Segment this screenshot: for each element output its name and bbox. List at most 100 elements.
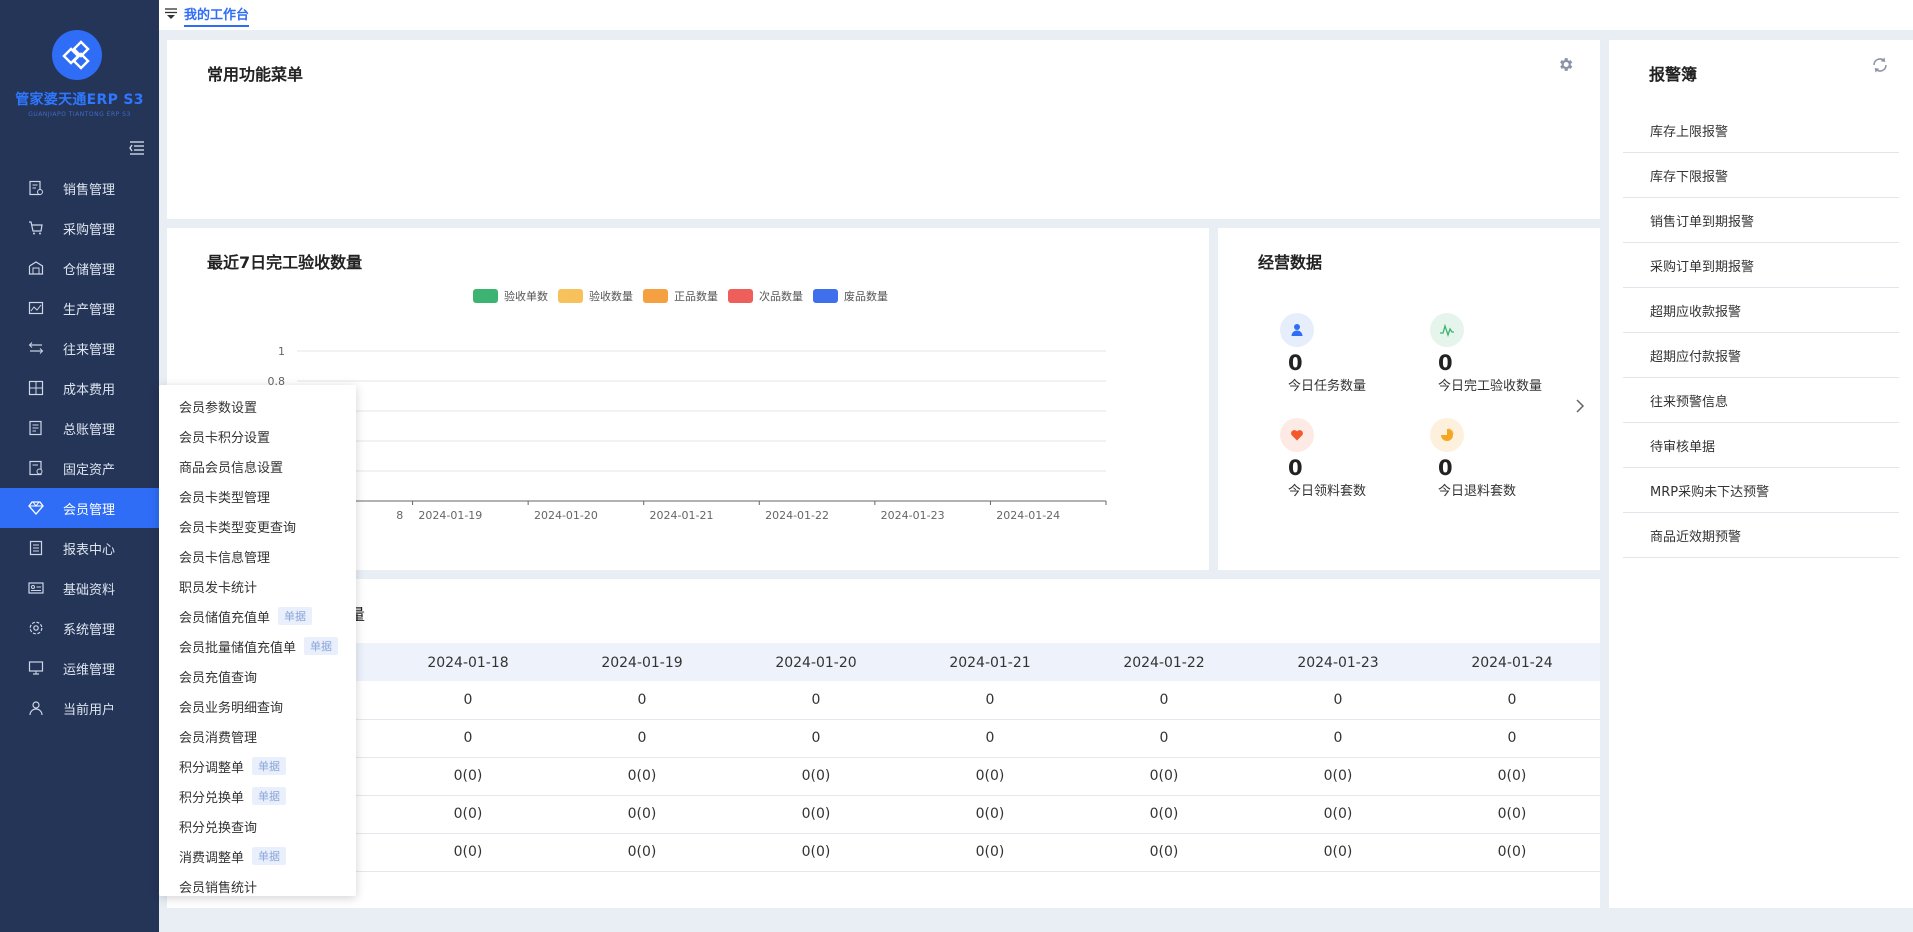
- sidebar-item-6[interactable]: 总账管理: [0, 408, 159, 448]
- member-menu-item[interactable]: 会员充值查询: [159, 661, 356, 691]
- member-menu-item[interactable]: 会员卡类型变更查询: [159, 511, 356, 541]
- member-menu-item[interactable]: 会员业务明细查询: [159, 691, 356, 721]
- member-menu-item[interactable]: 会员消费管理: [159, 721, 356, 751]
- table-cell: 0(0): [1149, 806, 1179, 822]
- member-menu-item[interactable]: 积分兑换单 单据: [159, 781, 356, 811]
- member-submenu: 会员参数设置 会员卡积分设置 商品会员信息设置 会员卡类型管理会员卡类型变更查询会员卡…: [159, 385, 356, 896]
- alert-item[interactable]: 往来预警信息: [1623, 378, 1899, 423]
- alert-item[interactable]: 待审核单据: [1623, 423, 1899, 468]
- table-cell: 0(0): [1323, 768, 1353, 784]
- chart-legend: 验收单数 验收数量 正品数量 次品数量 废品数量: [473, 288, 888, 304]
- table-cell: 0: [1333, 692, 1343, 708]
- sidebar-item-7[interactable]: 固定资产: [0, 448, 159, 488]
- member-menu-item[interactable]: 会员储值充值单 单据: [159, 601, 356, 631]
- alert-item[interactable]: 商品近效期预警: [1623, 513, 1899, 558]
- sidebar-item-label: 生产管理: [63, 302, 116, 318]
- x-tick-label: 8: [396, 509, 403, 522]
- member-menu-label: 积分兑换单: [179, 790, 245, 806]
- member-menu-item[interactable]: 会员卡积分设置: [159, 421, 356, 451]
- chevron-right-icon[interactable]: [1574, 398, 1586, 418]
- sidebar-item-label: 当前用户: [63, 702, 116, 718]
- sidebar-item-9[interactable]: 报表中心: [0, 528, 159, 568]
- doc-badge: 单据: [304, 637, 339, 655]
- legend-item[interactable]: 验收单数: [473, 288, 548, 304]
- legend-item[interactable]: 正品数量: [643, 288, 718, 304]
- sidebar-item-11[interactable]: 系统管理: [0, 608, 159, 648]
- table-column-header: 2024-01-22: [1123, 655, 1205, 671]
- member-menu-label: 职员发卡统计: [179, 580, 258, 596]
- member-menu-item[interactable]: 职员发卡统计: [159, 571, 356, 601]
- sidebar-item-label: 会员管理: [63, 502, 116, 518]
- table-cell: 0: [1159, 692, 1169, 708]
- exchange-icon: [27, 339, 45, 357]
- stat-card: 0 今日完工验收数量: [1430, 313, 1580, 394]
- member-menu-item[interactable]: 消费调整单 单据: [159, 841, 356, 871]
- alert-item[interactable]: 库存下限报警: [1623, 153, 1899, 198]
- member-menu-item[interactable]: 会员卡类型管理: [159, 481, 356, 511]
- sidebar-item-10[interactable]: 基础资料: [0, 568, 159, 608]
- table-column-header: 2024-01-19: [601, 655, 683, 671]
- alert-item[interactable]: 超期应收款报警: [1623, 288, 1899, 333]
- sidebar-item-8[interactable]: 会员管理: [0, 488, 159, 528]
- filter-icon[interactable]: [164, 6, 178, 24]
- alert-item[interactable]: 库存上限报警: [1623, 108, 1899, 153]
- stat-card: 0 今日退料套数: [1430, 418, 1580, 499]
- stat-value: 0: [1288, 456, 1303, 480]
- legend-item[interactable]: 废品数量: [813, 288, 888, 304]
- table-cell: 0(0): [1497, 768, 1527, 784]
- legend-swatch: [473, 289, 498, 303]
- alert-title: 报警簿: [1649, 65, 1698, 84]
- x-tick-label: 2024-01-24: [996, 509, 1060, 522]
- calculator-icon: [27, 379, 45, 397]
- sidebar-item-3[interactable]: 生产管理: [0, 288, 159, 328]
- legend-swatch: [813, 289, 838, 303]
- legend-swatch: [558, 289, 583, 303]
- sidebar-item-12[interactable]: 运维管理: [0, 648, 159, 688]
- legend-item[interactable]: 次品数量: [728, 288, 803, 304]
- row-divider: [167, 757, 1600, 758]
- member-menu-item[interactable]: 会员批量储值充值单 单据: [159, 631, 356, 661]
- table-cell: 0(0): [801, 844, 831, 860]
- table-cell: 0(0): [1323, 844, 1353, 860]
- member-menu-item[interactable]: 会员销售统计: [159, 871, 356, 901]
- table-cell: 0(0): [801, 768, 831, 784]
- alert-item[interactable]: MRP采购未下达预警: [1623, 468, 1899, 513]
- legend-item[interactable]: 验收数量: [558, 288, 633, 304]
- member-menu-item[interactable]: 会员卡信息管理: [159, 541, 356, 571]
- app-subtitle: GUANJIAPO TIANTONG ERP S3: [28, 111, 131, 118]
- sales-icon: [27, 179, 45, 197]
- x-tick-label: 2024-01-21: [650, 509, 714, 522]
- sidebar-item-1[interactable]: 采购管理: [0, 208, 159, 248]
- collapse-menu-icon[interactable]: [128, 139, 146, 157]
- pulse-icon: [1430, 313, 1464, 347]
- top-bar: 我的工作台: [159, 0, 1913, 30]
- table-cell: 0(0): [801, 806, 831, 822]
- sidebar-nav: 销售管理 采购管理 仓储管理生产管理往来管理 成本费用 总账管理 固定资产会员管理报表中心…: [0, 168, 159, 728]
- sidebar-item-13[interactable]: 当前用户: [0, 688, 159, 728]
- member-menu-label: 积分兑换查询: [179, 820, 258, 836]
- alert-item[interactable]: 超期应付款报警: [1623, 333, 1899, 378]
- member-menu-item[interactable]: 积分兑换查询: [159, 811, 356, 841]
- tab-workbench[interactable]: 我的工作台: [164, 0, 250, 30]
- refresh-icon[interactable]: [1871, 56, 1889, 78]
- alert-item[interactable]: 销售订单到期报警: [1623, 198, 1899, 243]
- gear-icon: [27, 619, 45, 637]
- common-menu-title: 常用功能菜单: [207, 65, 304, 84]
- member-menu-item[interactable]: 商品会员信息设置: [159, 451, 356, 481]
- settings-gear-icon[interactable]: [1557, 56, 1574, 77]
- sidebar-item-4[interactable]: 往来管理: [0, 328, 159, 368]
- sidebar-item-5[interactable]: 成本费用: [0, 368, 159, 408]
- pie-icon: [1430, 418, 1464, 452]
- member-menu-item[interactable]: 会员参数设置: [159, 391, 356, 421]
- warehouse-icon: [27, 259, 45, 277]
- sidebar-item-0[interactable]: 销售管理: [0, 168, 159, 208]
- alert-item[interactable]: 采购订单到期报警: [1623, 243, 1899, 288]
- table-cell: 0(0): [453, 768, 483, 784]
- logo-icon: [52, 30, 102, 80]
- table-column-header: 2024-01-23: [1297, 655, 1379, 671]
- sidebar-item-2[interactable]: 仓储管理: [0, 248, 159, 288]
- doc-badge: 单据: [252, 757, 287, 775]
- member-menu-item[interactable]: 积分调整单 单据: [159, 751, 356, 781]
- member-menu-label: 会员卡类型变更查询: [179, 520, 297, 536]
- legend-swatch: [728, 289, 753, 303]
